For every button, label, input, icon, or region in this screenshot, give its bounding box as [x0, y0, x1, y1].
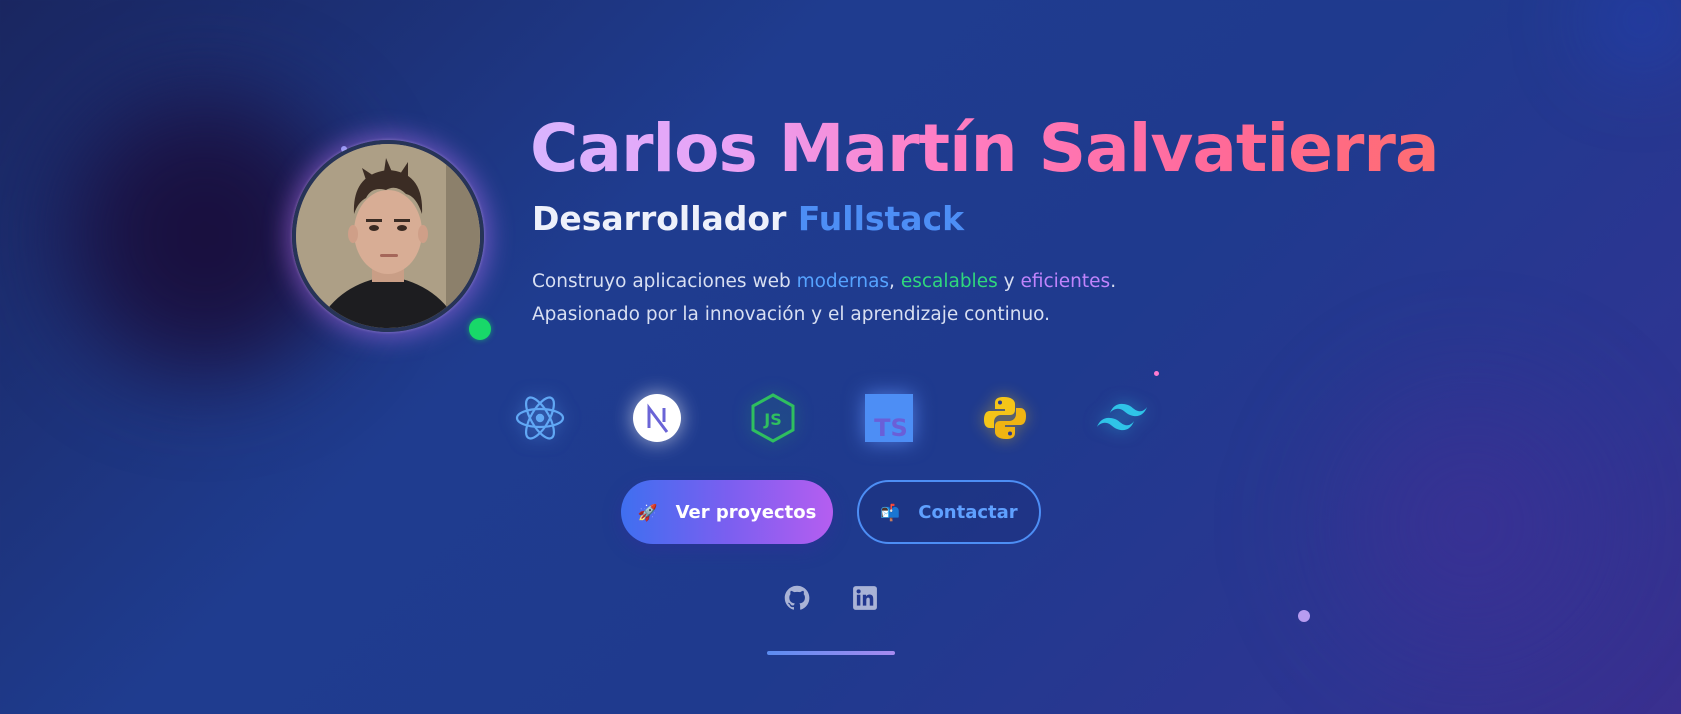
desc-text: Construyo aplicaciones web — [532, 271, 797, 292]
desc-text: , — [889, 271, 901, 292]
hero-name: Carlos Martín Salvatierra — [530, 110, 1439, 187]
desc-highlight-modernas: modernas — [796, 271, 890, 292]
react-icon[interactable] — [512, 390, 568, 446]
scroll-indicator — [767, 651, 895, 655]
github-icon[interactable] — [782, 583, 812, 613]
desc-highlight-escalables: escalables — [900, 271, 998, 292]
contact-button[interactable]: 📬 Contactar — [857, 480, 1041, 544]
background-blob-corner — [1571, 0, 1681, 80]
avatar-portrait-icon — [296, 144, 480, 328]
contact-label: Contactar — [918, 501, 1018, 523]
profile-avatar — [292, 140, 484, 332]
role-accent: Fullstack — [797, 199, 965, 238]
ts-label: TS — [874, 414, 908, 442]
svg-text:JS: JS — [763, 410, 781, 429]
hero-description: Construyo aplicaciones web modernas, esc… — [532, 265, 1222, 331]
view-projects-label: Ver proyectos — [675, 501, 817, 523]
role-prefix: Desarrollador — [532, 199, 787, 238]
mailbox-icon: 📬 — [880, 502, 901, 522]
decorative-dot — [1298, 610, 1310, 622]
desc-text: y — [997, 271, 1021, 292]
hero-role: Desarrollador Fullstack — [532, 199, 964, 238]
view-projects-button[interactable]: 🚀 Ver proyectos — [621, 480, 833, 544]
nodejs-icon[interactable]: JS — [745, 390, 801, 446]
online-status-dot — [469, 318, 491, 340]
tailwind-icon[interactable] — [1094, 390, 1150, 446]
avatar-photo — [292, 140, 484, 332]
nextjs-icon[interactable] — [629, 390, 685, 446]
python-icon[interactable] — [977, 390, 1033, 446]
linkedin-icon[interactable] — [850, 583, 880, 613]
typescript-icon[interactable]: TS — [861, 390, 917, 446]
rocket-icon: 🚀 — [637, 502, 658, 522]
desc-highlight-eficientes: eficientes — [1020, 271, 1111, 292]
background-blob-purple — [1261, 334, 1681, 714]
decorative-dot — [1154, 371, 1159, 376]
